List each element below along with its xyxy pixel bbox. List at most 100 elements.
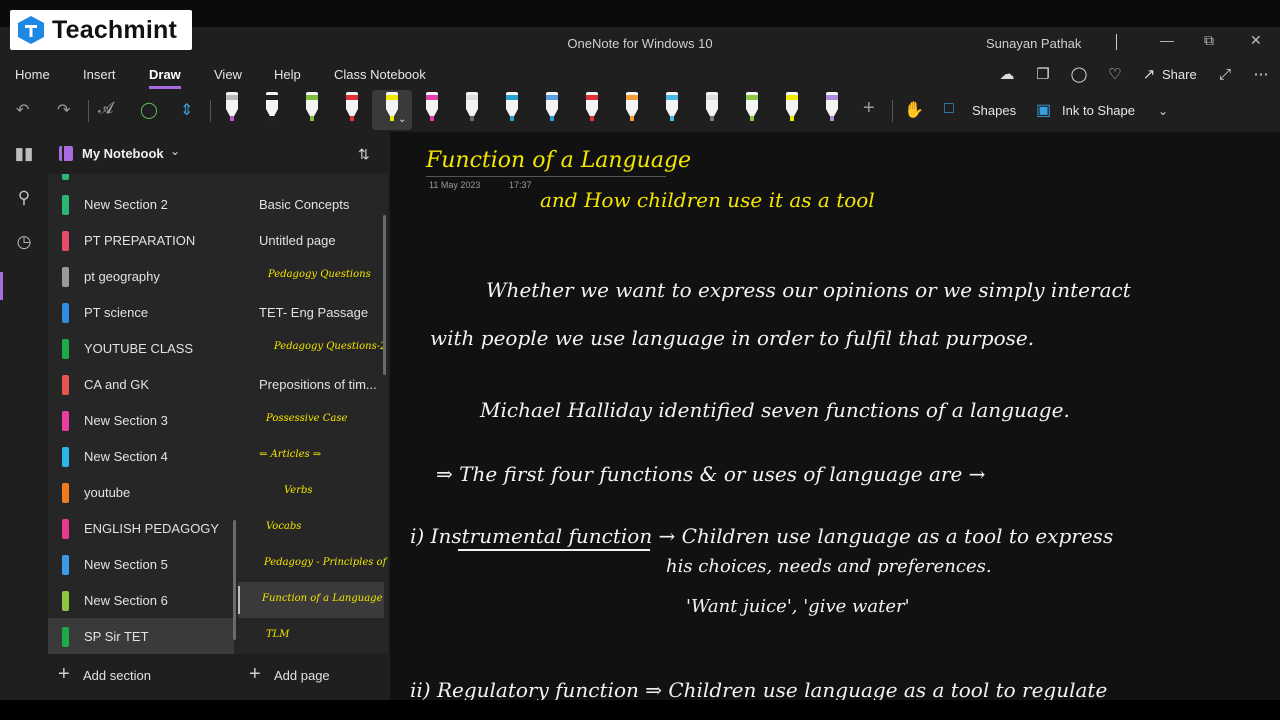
lasso-select-icon[interactable]: ◯ bbox=[140, 100, 158, 120]
page-item[interactable]: Basic Concepts bbox=[238, 186, 384, 222]
pen-tool[interactable] bbox=[344, 92, 360, 122]
recent-icon[interactable]: ◷ bbox=[14, 232, 34, 252]
note-line[interactable]: ⇒ The first four functions & or uses of … bbox=[436, 462, 985, 486]
note-line[interactable]: 'Want juice', 'give water' bbox=[686, 596, 910, 617]
add-pen-icon[interactable]: + bbox=[863, 97, 875, 120]
section-item[interactable]: New Section 2 bbox=[48, 186, 234, 222]
pen-tool[interactable] bbox=[664, 92, 680, 122]
note-title[interactable]: Function of a Language bbox=[426, 148, 691, 173]
add-page-button[interactable]: Add page bbox=[274, 668, 330, 683]
section-item[interactable]: ENGLISH PEDAGOGY bbox=[48, 510, 234, 546]
note-line[interactable]: i) Instrumental function → Children use … bbox=[410, 524, 1113, 548]
pen-tool[interactable] bbox=[584, 92, 600, 122]
tab-help[interactable]: Help bbox=[274, 67, 301, 82]
section-scrollbar[interactable] bbox=[233, 520, 236, 640]
title-underline bbox=[426, 176, 666, 177]
restore-icon[interactable]: ⧉ bbox=[1204, 32, 1214, 49]
add-section-button[interactable]: Add section bbox=[83, 668, 151, 683]
pen-tool[interactable] bbox=[704, 92, 720, 122]
page-item[interactable]: Untitled page bbox=[238, 222, 384, 258]
add-page-plus-icon[interactable]: + bbox=[249, 663, 261, 686]
pen-tool[interactable] bbox=[784, 92, 800, 122]
note-line[interactable]: Whether we want to express our opinions … bbox=[486, 278, 1131, 302]
section-item[interactable]: New Section 4 bbox=[48, 438, 234, 474]
pen-tool[interactable] bbox=[824, 92, 840, 122]
pen-tool[interactable] bbox=[744, 92, 760, 122]
note-line[interactable]: ii) Regulatory function ⇒ Children use l… bbox=[410, 678, 1107, 700]
ink-replay-icon[interactable]: ✋ bbox=[904, 100, 924, 120]
section-item[interactable]: New Section 5 bbox=[48, 546, 234, 582]
section-item[interactable]: pt geography bbox=[48, 258, 234, 294]
note-line[interactable]: his choices, needs and preferences. bbox=[666, 556, 992, 577]
page-item[interactable]: Possessive Case bbox=[238, 402, 384, 438]
shapes-icon[interactable]: □ bbox=[944, 100, 954, 118]
pen-tool[interactable] bbox=[624, 92, 640, 122]
page-item[interactable]: Verbs bbox=[238, 474, 384, 510]
pen-tool[interactable] bbox=[424, 92, 440, 122]
page-item[interactable]: Pedagogy Questions-2 bbox=[238, 330, 387, 366]
pen-tool[interactable] bbox=[544, 92, 560, 122]
note-subtitle[interactable]: and How children use it as a tool bbox=[540, 188, 875, 212]
fullscreen-icon[interactable]: ⤢ bbox=[1216, 66, 1234, 84]
note-line[interactable]: Michael Halliday identified seven functi… bbox=[480, 398, 1070, 422]
pen-tool[interactable] bbox=[304, 92, 320, 122]
page-scrollbar[interactable] bbox=[383, 215, 386, 375]
share-button[interactable]: Share bbox=[1162, 67, 1197, 82]
minimize-icon[interactable]: — bbox=[1160, 32, 1174, 48]
add-section-plus-icon[interactable]: + bbox=[58, 663, 70, 686]
notebooks-icon[interactable]: ▮▮ bbox=[14, 144, 34, 164]
section-item[interactable]: YOUTUBE CLASS bbox=[48, 330, 234, 366]
section-item[interactable]: New Section 3 bbox=[48, 402, 234, 438]
tab-class-notebook[interactable]: Class Notebook bbox=[334, 67, 426, 82]
section-item[interactable]: youtube bbox=[48, 474, 234, 510]
note-line[interactable]: with people we use language in order to … bbox=[430, 326, 1034, 350]
pen-options-chevron-icon[interactable]: ⌄ bbox=[398, 114, 406, 125]
notebook-chevron-down-icon[interactable]: ⌄ bbox=[170, 144, 180, 158]
note-canvas[interactable]: Function of a Language 11 May 2023 17:37… bbox=[390, 132, 1280, 700]
page-item[interactable]: Pedagogy - Principles of Lan bbox=[238, 546, 388, 582]
shapes-button[interactable]: Shapes bbox=[972, 103, 1016, 118]
section-color-tab bbox=[62, 339, 69, 359]
tab-home[interactable]: Home bbox=[15, 67, 50, 82]
section-item[interactable]: PT PREPARATION bbox=[48, 222, 234, 258]
close-icon[interactable]: ✕ bbox=[1250, 32, 1262, 49]
pen-tool[interactable] bbox=[464, 92, 480, 122]
page-item[interactable]: TET- Eng Passage bbox=[238, 294, 384, 330]
section-item[interactable]: PT science bbox=[48, 294, 234, 330]
page-label: Vocabs bbox=[266, 521, 302, 532]
pen-tool[interactable] bbox=[504, 92, 520, 122]
section-item[interactable]: CA and GK bbox=[48, 366, 234, 402]
ink-to-shape-icon[interactable]: ▣ bbox=[1036, 100, 1051, 120]
pages-icon[interactable]: ❐ bbox=[1034, 66, 1052, 84]
undo-icon[interactable]: ↶ bbox=[16, 100, 29, 120]
tab-draw[interactable]: Draw bbox=[149, 67, 181, 89]
user-name[interactable]: Sunayan Pathak bbox=[986, 36, 1081, 51]
page-item[interactable]: Prepositions of tim... bbox=[238, 366, 384, 402]
sync-icon[interactable]: ☁ bbox=[998, 66, 1016, 84]
type-select-icon[interactable]: 𝓐 bbox=[98, 100, 113, 118]
pen-tool[interactable] bbox=[264, 92, 280, 122]
redo-icon[interactable]: ↷ bbox=[57, 100, 70, 120]
section-item[interactable]: SP Sir TET bbox=[48, 618, 234, 654]
sort-icon[interactable]: ⇅ bbox=[358, 146, 370, 163]
page-item[interactable]: Pedagogy Questions bbox=[238, 258, 384, 294]
tab-view[interactable]: View bbox=[214, 67, 242, 82]
section-item[interactable]: New Section 6 bbox=[48, 582, 234, 618]
add-space-icon[interactable]: ⇕ bbox=[180, 100, 193, 120]
page-item[interactable]: Function of a Language bbox=[238, 582, 384, 618]
more-icon[interactable]: ⋯ bbox=[1252, 66, 1270, 84]
page-label: TET- Eng Passage bbox=[259, 305, 369, 320]
page-item[interactable]: TLM bbox=[238, 618, 384, 654]
share-icon[interactable]: ↗ bbox=[1140, 66, 1158, 84]
page-item[interactable]: ⇐ Articles ⇒ bbox=[238, 438, 384, 474]
page-item[interactable]: Vocabs bbox=[238, 510, 384, 546]
lightbulb-icon[interactable]: ◯ bbox=[1070, 66, 1088, 84]
ink-to-shape-button[interactable]: Ink to Shape bbox=[1062, 103, 1135, 118]
bell-icon[interactable]: ♡ bbox=[1106, 66, 1124, 84]
page-label: Pedagogy Questions-2 bbox=[274, 341, 387, 352]
search-icon[interactable]: ⚲ bbox=[14, 188, 34, 208]
pen-tool[interactable] bbox=[224, 92, 240, 122]
tab-insert[interactable]: Insert bbox=[83, 67, 116, 82]
toolbar-overflow-chevron-icon[interactable]: ⌄ bbox=[1158, 104, 1168, 118]
notebook-title[interactable]: My Notebook bbox=[82, 146, 164, 161]
